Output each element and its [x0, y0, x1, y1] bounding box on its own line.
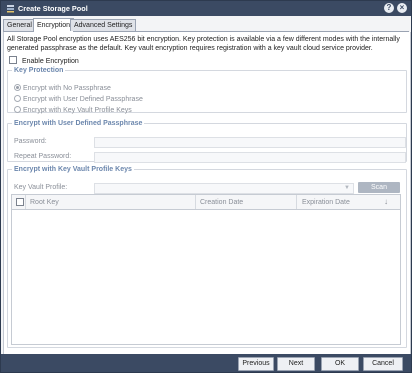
enable-encryption-row[interactable]: Enable Encryption [9, 56, 79, 65]
password-label: Password: [14, 138, 47, 145]
sort-descending-icon[interactable]: ↓ [384, 197, 388, 206]
create-storage-pool-dialog: Create Storage Pool ? × General Encrypti… [0, 0, 412, 373]
radio-label: Encrypt with User Defined Passphrase [23, 96, 143, 103]
ok-button[interactable]: OK [321, 357, 359, 371]
repeat-password-input[interactable] [94, 152, 406, 163]
chevron-down-icon[interactable]: ▼ [344, 185, 350, 191]
key-vault-profile-select[interactable]: ▼ [94, 183, 354, 194]
enable-encryption-label: Enable Encryption [21, 58, 79, 65]
close-icon[interactable]: × [397, 3, 407, 13]
column-separator [296, 195, 297, 209]
repeat-password-label: Repeat Password: [14, 153, 72, 160]
passphrase-group: Encrypt with User Defined Passphrase Pas… [7, 120, 407, 163]
passphrase-legend: Encrypt with User Defined Passphrase [14, 120, 143, 127]
tab-advanced-settings[interactable]: Advanced Settings [70, 19, 137, 31]
tab-general[interactable]: General [3, 19, 36, 31]
radio-button[interactable] [14, 95, 21, 102]
password-input[interactable] [94, 137, 406, 148]
key-protection-group: Key Protection Encrypt with No Passphras… [7, 67, 407, 114]
key-protection-legend: Key Protection [14, 67, 64, 74]
radio-label: Encrypt with Key Vault Profile Keys [23, 107, 132, 114]
column-creation-date[interactable]: Creation Date [200, 199, 243, 206]
dialog-footer: Previous Next OK Cancel [1, 354, 411, 372]
cancel-button[interactable]: Cancel [363, 357, 403, 371]
radio-label: Encrypt with No Passphrase [23, 85, 111, 92]
next-button[interactable]: Next [277, 357, 315, 371]
titlebar: Create Storage Pool ? × [1, 1, 411, 16]
enable-encryption-checkbox[interactable] [9, 56, 17, 64]
tab-encryption[interactable]: Encryption [33, 18, 75, 32]
grid-header: Root Key Creation Date Expiration Date ↓ [12, 195, 400, 210]
dialog-title: Create Storage Pool [18, 4, 88, 13]
radio-user-defined-passphrase[interactable]: Encrypt with User Defined Passphrase [14, 95, 143, 103]
column-expiration-date[interactable]: Expiration Date [302, 199, 350, 206]
radio-no-passphrase[interactable]: Encrypt with No Passphrase [14, 84, 111, 92]
radio-button[interactable] [14, 84, 21, 91]
root-key-grid: Root Key Creation Date Expiration Date ↓ [11, 194, 401, 345]
previous-button[interactable]: Previous [238, 357, 274, 371]
column-root-key[interactable]: Root Key [30, 199, 59, 206]
column-separator [25, 195, 26, 209]
radio-key-vault-profile-keys[interactable]: Encrypt with Key Vault Profile Keys [14, 106, 132, 114]
encryption-description: All Storage Pool encryption uses AES256 … [7, 36, 400, 52]
tab-bar: General Encryption Advanced Settings [3, 18, 409, 32]
select-all-checkbox[interactable] [16, 198, 24, 206]
column-separator [195, 195, 196, 209]
storage-pool-icon [7, 5, 14, 13]
radio-button[interactable] [14, 106, 21, 113]
help-icon[interactable]: ? [384, 3, 394, 13]
scan-button[interactable]: Scan [358, 182, 400, 193]
key-vault-profile-label: Key Vault Profile: [14, 184, 68, 191]
key-vault-legend: Encrypt with Key Vault Profile Keys [14, 166, 132, 173]
